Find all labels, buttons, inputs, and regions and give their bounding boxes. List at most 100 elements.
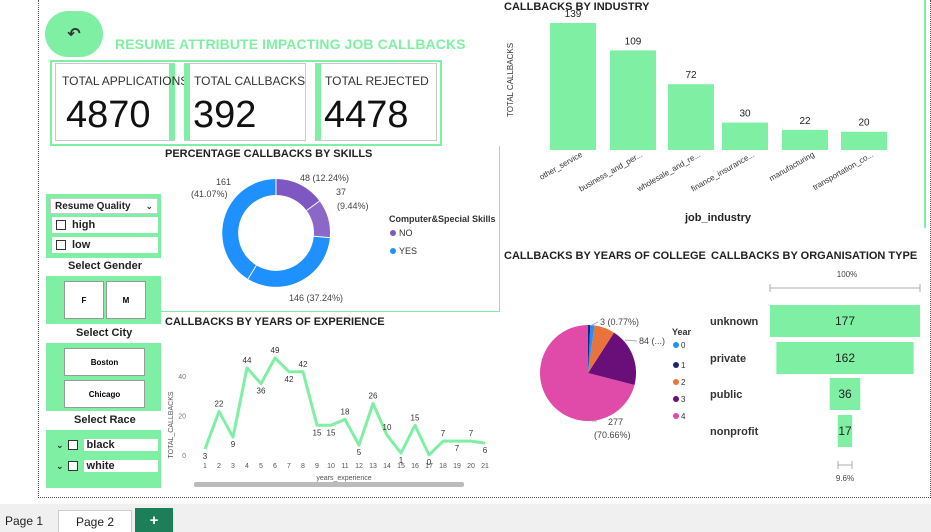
x-tick-label: 16	[411, 463, 419, 470]
legend-item: 2	[681, 378, 686, 387]
point-value-label: 7	[469, 429, 474, 438]
y-axis-title: TOTAL_CALLBACKS	[168, 391, 175, 458]
gender-f-button[interactable]: F	[64, 281, 104, 319]
point-value-label: 0	[427, 458, 432, 467]
kpi-value: 4870	[66, 94, 151, 136]
x-tick-label: 4	[245, 463, 249, 470]
legend-marker	[673, 379, 679, 385]
donut-label: (41.07%)	[191, 189, 228, 199]
option-label: high	[72, 219, 96, 231]
kpi-total-rejected: TOTAL REJECTED 4478	[315, 63, 437, 141]
x-tick-label: manufacturing	[768, 150, 816, 183]
tab-page-2[interactable]: Page 2	[58, 510, 132, 532]
legend-title: Computer&Special Skills	[389, 214, 496, 224]
kpi-value: 392	[193, 94, 257, 136]
point-value-label: 26	[369, 392, 378, 401]
bar-value-label: 20	[858, 118, 870, 129]
bar-value-label: 22	[799, 116, 811, 127]
x-tick-label: 11	[341, 463, 348, 470]
bar	[782, 129, 828, 150]
legend-item: 1	[681, 361, 686, 370]
pie-label: (70.66%)	[594, 430, 631, 440]
slicer-title: Resume Quality	[55, 200, 131, 212]
option-high[interactable]: high	[52, 217, 158, 233]
pie-label: 84 (...)	[639, 336, 665, 346]
point-value-label: 3	[203, 452, 208, 461]
city-chicago-button[interactable]: Chicago	[64, 380, 145, 408]
point-value-label: 15	[313, 428, 322, 437]
bar	[550, 23, 596, 150]
legend-item: 3	[681, 395, 686, 404]
legend-marker	[673, 396, 679, 402]
x-tick-label: 13	[369, 463, 377, 470]
back-button[interactable]: ↶	[45, 11, 103, 57]
option-white[interactable]: ⌄ white	[52, 458, 158, 474]
point-value-label: 42	[285, 375, 294, 384]
x-axis-title: years_experience	[316, 475, 371, 482]
legend-marker	[390, 248, 396, 254]
kpi-total-callbacks: TOTAL CALLBACKS 392	[184, 63, 306, 141]
legend-marker	[390, 230, 396, 236]
city-slicer-title: Select City	[76, 327, 133, 339]
x-tick-label: 10	[327, 463, 335, 470]
city-boston-button[interactable]: Boston	[64, 348, 145, 376]
x-tick-label: 14	[383, 463, 391, 470]
skills-donut-chart: 48 (12.24%) 37 (9.44%) 161 (41.07%) 146 …	[191, 173, 496, 303]
funnel-category-label: nonprofit	[710, 426, 759, 438]
donut-label: 48 (12.24%)	[300, 173, 349, 183]
chevron-down-icon: ⌄	[56, 460, 64, 471]
kpi-label: TOTAL REJECTED	[325, 74, 429, 88]
gender-slicer-title: Select Gender	[68, 260, 142, 272]
x-tick-label: 21	[481, 463, 489, 470]
gender-m-button[interactable]: M	[106, 281, 146, 319]
checkbox[interactable]	[56, 240, 66, 250]
point-value-label: 7	[441, 429, 446, 438]
donut-slice-yes-a	[248, 236, 330, 287]
y-axis-title: TOTAL CALLBACKS	[506, 43, 515, 117]
resume-quality-dropdown[interactable]: Resume Quality ⌄	[50, 198, 158, 214]
donut-label: 146 (37.24%)	[289, 293, 343, 303]
race-slicer-title: Select Race	[74, 414, 136, 426]
funnel-category-label: private	[710, 353, 746, 365]
bar	[610, 50, 656, 150]
donut-label: 161	[216, 177, 231, 187]
college-pie-chart: 3 (0.77%) 84 (...) 277 (70.66%) Year 0 1…	[540, 317, 692, 440]
x-axis-title: job_industry	[684, 212, 752, 224]
y-tick-label: 0	[182, 453, 186, 460]
checkbox[interactable]	[56, 220, 66, 230]
kpi-total-applications: TOTAL APPLICATIONS 4870	[55, 63, 188, 141]
legend-title: Year	[672, 327, 692, 337]
point-value-label: 44	[243, 356, 252, 365]
checkbox[interactable]	[67, 440, 78, 450]
horizontal-scrollbar[interactable]	[194, 482, 464, 487]
experience-line-chart: TOTAL_CALLBACKS years_experience 0204013…	[168, 346, 489, 487]
point-value-label: 18	[341, 407, 350, 416]
donut-label: 37	[336, 187, 346, 197]
x-tick-label: 9	[315, 463, 319, 470]
experience-chart-title: CALLBACKS BY YEARS OF EXPERIENCE	[165, 316, 385, 328]
donut-label: (9.44%)	[337, 201, 369, 211]
tab-page-1[interactable]: Page 1	[0, 510, 48, 532]
point-value-label: 7	[455, 444, 460, 453]
funnel-value-label: 162	[835, 351, 855, 365]
option-label: black	[83, 439, 158, 451]
page-title: RESUME ATTRIBUTE IMPACTING JOB CALLBACKS	[115, 36, 466, 52]
option-low[interactable]: low	[52, 237, 158, 253]
point-value-label: 15	[411, 413, 420, 422]
pie-label: 3 (0.77%)	[600, 317, 639, 327]
funnel-category-label: unknown	[710, 316, 759, 328]
checkbox[interactable]	[67, 461, 78, 471]
kpi-label: TOTAL APPLICATIONS	[62, 74, 189, 88]
funnel-value-label: 17	[838, 424, 852, 438]
option-label: white	[83, 460, 158, 472]
legend-item: 4	[681, 412, 686, 421]
bar	[722, 122, 768, 150]
x-tick-label: 20	[467, 463, 475, 470]
x-tick-label: transportation_co...	[811, 150, 875, 192]
x-tick-label: 12	[355, 463, 363, 470]
x-tick-label: 2	[217, 463, 221, 470]
college-chart-title: CALLBACKS BY YEARS OF COLLEGE	[504, 250, 706, 262]
org-funnel-chart: 100% 9.6% 177 unknown 162 private 36 public 17…	[710, 270, 921, 483]
option-black[interactable]: ⌄ black	[52, 437, 158, 453]
add-page-button[interactable]: +	[135, 508, 173, 532]
